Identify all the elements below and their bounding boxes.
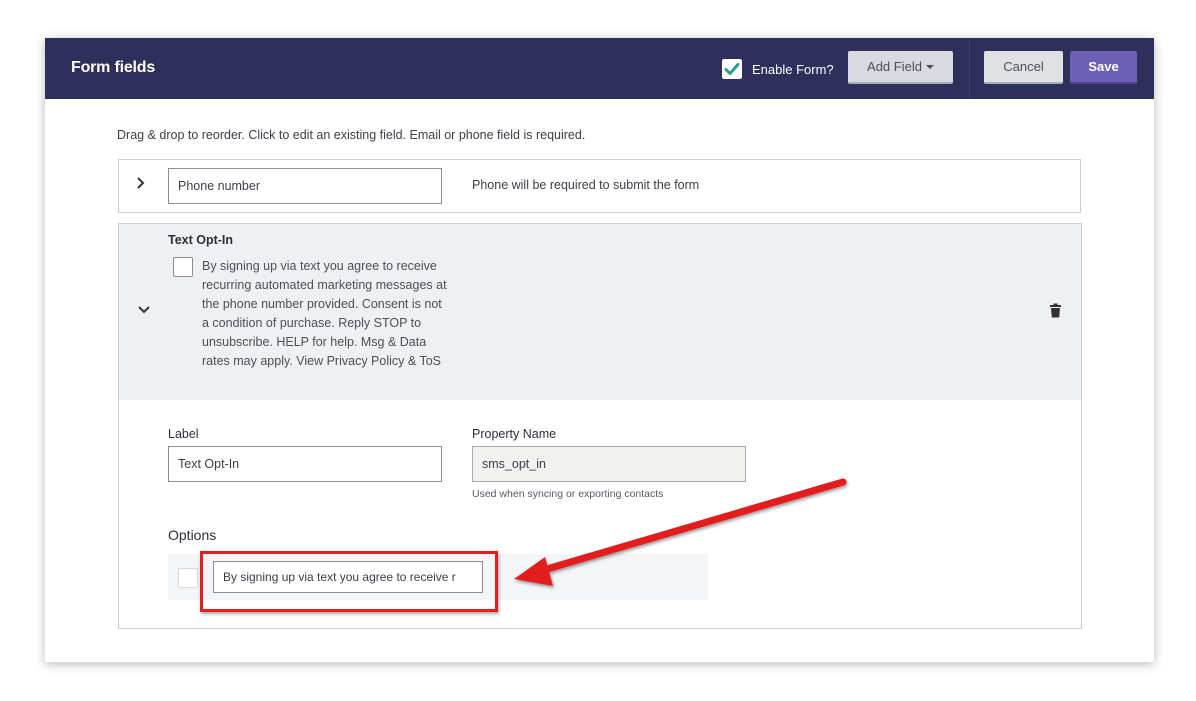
label-input[interactable]: Text Opt-In [168, 446, 442, 482]
header-bar: Form fields Enable Form? Add Field Cance… [45, 38, 1154, 99]
field-row-text-opt-in: Text Opt-In By signing up via text you a… [118, 223, 1082, 629]
chevron-down-icon[interactable] [137, 302, 151, 318]
trash-icon[interactable] [1049, 303, 1062, 318]
checkmark-icon [724, 63, 740, 75]
phone-field-input[interactable]: Phone number [168, 168, 442, 204]
enable-form-label: Enable Form? [752, 61, 834, 77]
property-name-input: sms_opt_in [472, 446, 746, 482]
option-checkbox[interactable] [178, 568, 198, 588]
enable-form-checkbox[interactable] [722, 59, 742, 79]
options-title: Options [168, 527, 217, 543]
cancel-button[interactable]: Cancel [984, 51, 1063, 84]
header-divider [969, 38, 970, 99]
property-name-title: Property Name [472, 427, 557, 441]
field-row-phone[interactable]: Phone number Phone will be required to s… [118, 159, 1081, 213]
opt-in-text: By signing up via text you agree to rece… [202, 259, 447, 368]
add-field-button[interactable]: Add Field [848, 51, 953, 84]
phone-required-note: Phone will be required to submit the for… [472, 178, 700, 192]
enable-form-toggle[interactable]: Enable Form? [722, 59, 834, 79]
add-field-label: Add Field [867, 59, 922, 74]
caret-down-icon [925, 64, 934, 69]
opt-in-checkbox[interactable] [173, 257, 193, 277]
helper-text: Drag & drop to reorder. Click to edit an… [117, 128, 586, 142]
opt-in-title: Text Opt-In [168, 233, 234, 247]
page-title: Form fields [71, 59, 156, 76]
label-field-title: Label [168, 427, 199, 441]
chevron-right-icon[interactable] [136, 176, 146, 193]
annotation-highlight-box [200, 551, 498, 612]
opt-in-preview[interactable]: Text Opt-In By signing up via text you a… [119, 224, 1081, 400]
property-name-note: Used when syncing or exporting contacts [472, 488, 664, 500]
form-fields-card: Form fields Enable Form? Add Field Cance… [45, 38, 1154, 662]
save-button[interactable]: Save [1070, 51, 1137, 84]
